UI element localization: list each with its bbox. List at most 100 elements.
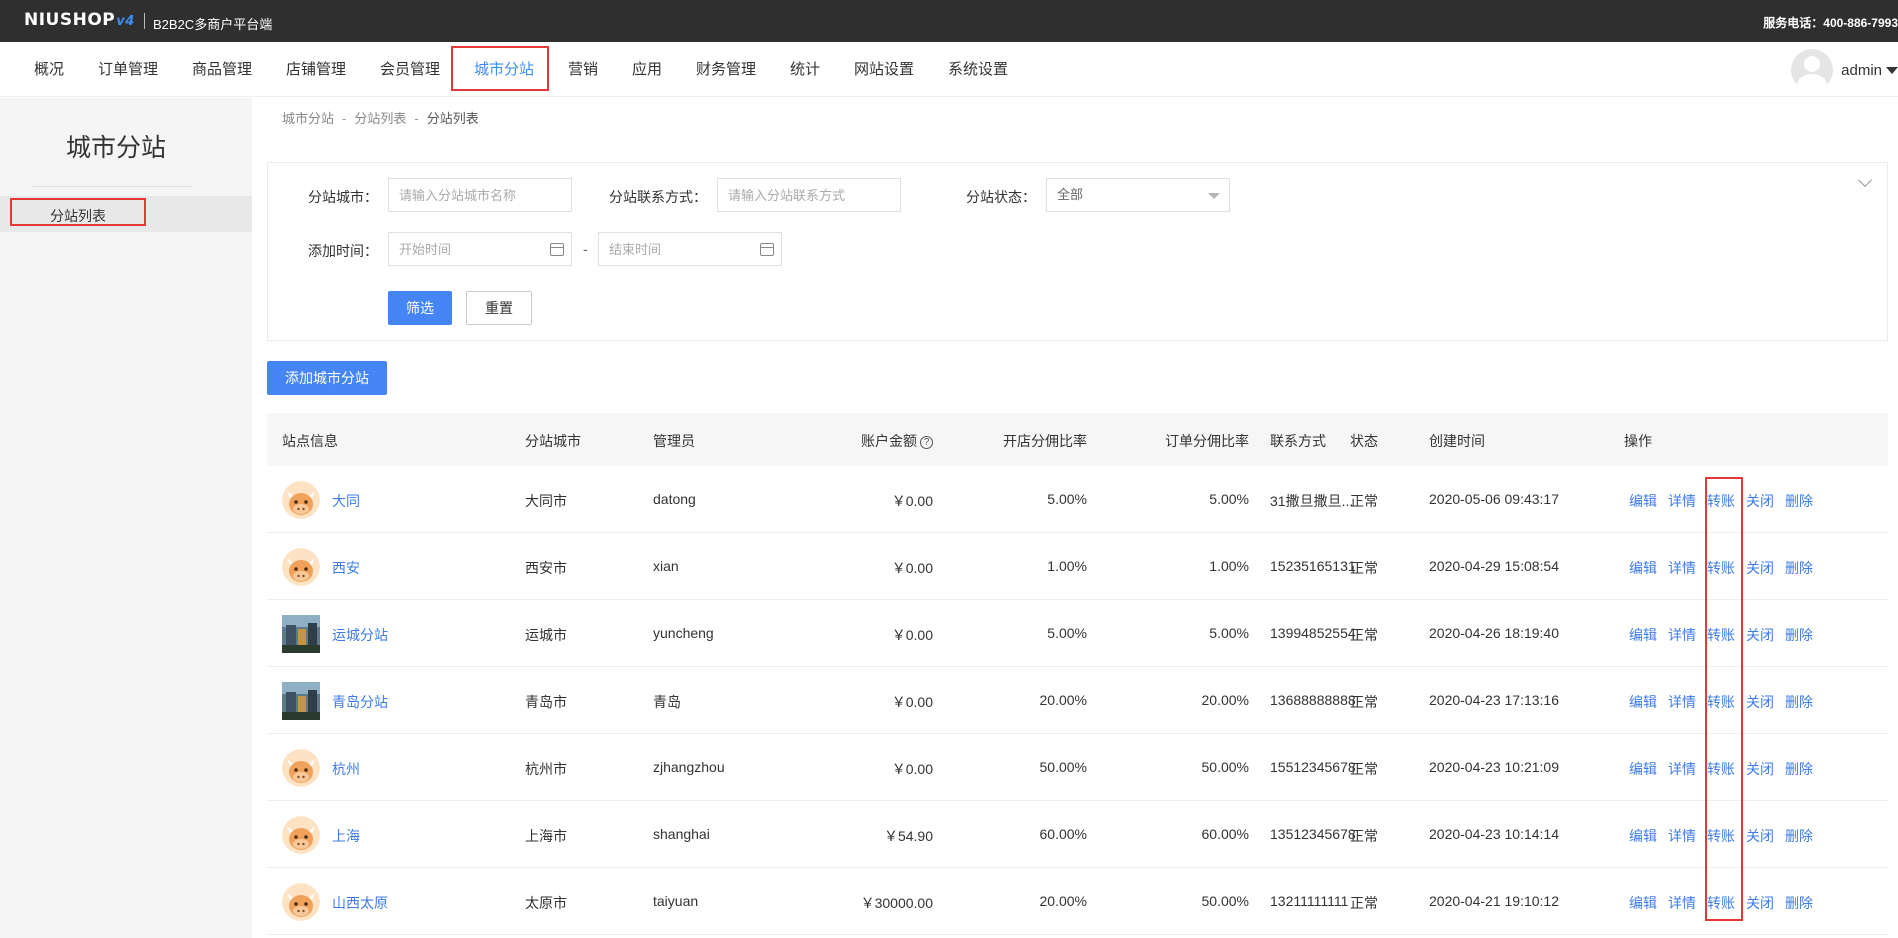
cell-balance: ￥0.00: [891, 493, 933, 509]
detail-link[interactable]: 详情: [1668, 491, 1696, 511]
cell-contact: 13994852554: [1270, 625, 1356, 641]
breadcrumb-item[interactable]: 分站列表: [354, 111, 406, 126]
edit-link[interactable]: 编辑: [1629, 692, 1657, 712]
end-time-input[interactable]: [598, 232, 782, 266]
site-avatar: [282, 615, 320, 653]
close-link[interactable]: 关闭: [1746, 491, 1774, 511]
cell-status: 正常: [1350, 493, 1378, 509]
close-link[interactable]: 关闭: [1746, 826, 1774, 846]
detail-link[interactable]: 详情: [1668, 692, 1696, 712]
detail-link[interactable]: 详情: [1668, 558, 1696, 578]
delete-link[interactable]: 删除: [1785, 893, 1813, 913]
cell-contact: 13512345678: [1270, 826, 1356, 842]
cell-contact: 13688888888: [1270, 692, 1356, 708]
table-body: 大同 大同市 datong ￥0.00 5.00% 5.00% 31撒旦撒旦... 正常 202…: [267, 466, 1888, 935]
delete-link[interactable]: 删除: [1785, 491, 1813, 511]
nav-item-orders[interactable]: 订单管理: [98, 42, 158, 97]
table-row: 山西太原 太原市 taiyuan ￥30000.00 20.00% 50.00% 13211…: [267, 868, 1888, 935]
contact-input[interactable]: [717, 178, 901, 212]
site-name-link[interactable]: 运城分站: [332, 625, 388, 645]
delete-link[interactable]: 删除: [1785, 625, 1813, 645]
delete-link[interactable]: 删除: [1785, 558, 1813, 578]
cell-contact: 15512345678: [1270, 759, 1356, 775]
edit-link[interactable]: 编辑: [1629, 625, 1657, 645]
nav-item-system-settings[interactable]: 系统设置: [948, 42, 1008, 97]
cell-contact: 31撒旦撒旦...: [1270, 493, 1354, 509]
edit-link[interactable]: 编辑: [1629, 826, 1657, 846]
delete-link[interactable]: 删除: [1785, 826, 1813, 846]
detail-link[interactable]: 详情: [1668, 759, 1696, 779]
table-row: 运城分站 运城市 yuncheng ￥0.00 5.00% 5.00% 1399485255…: [267, 600, 1888, 667]
site-name-link[interactable]: 西安: [332, 558, 360, 578]
nav-item-finance[interactable]: 财务管理: [696, 42, 756, 97]
cell-balance: ￥0.00: [891, 694, 933, 710]
close-link[interactable]: 关闭: [1746, 893, 1774, 913]
th-order-rate: 订单分佣比率: [1165, 433, 1249, 449]
reset-button[interactable]: 重置: [466, 291, 532, 325]
filter-panel: 分站城市： 分站联系方式： 分站状态： 全部 添加时间： - 筛选 重置: [267, 162, 1888, 341]
nav-item-marketing[interactable]: 营销: [568, 42, 598, 97]
edit-link[interactable]: 编辑: [1629, 893, 1657, 913]
nav-item-members[interactable]: 会员管理: [380, 42, 440, 97]
cell-status: 正常: [1350, 627, 1378, 643]
detail-link[interactable]: 详情: [1668, 625, 1696, 645]
cell-order-rate: 5.00%: [1209, 491, 1249, 507]
table-row: 上海 上海市 shanghai ￥54.90 60.00% 60.00% 135123456…: [267, 801, 1888, 868]
cell-balance: ￥0.00: [891, 627, 933, 643]
close-link[interactable]: 关闭: [1746, 692, 1774, 712]
close-link[interactable]: 关闭: [1746, 558, 1774, 578]
collapse-chevron-icon[interactable]: [1857, 172, 1873, 188]
edit-link[interactable]: 编辑: [1629, 759, 1657, 779]
site-name-link[interactable]: 大同: [332, 491, 360, 511]
sidebar-title: 城市分站: [65, 134, 166, 162]
cell-balance: ￥0.00: [891, 560, 933, 576]
detail-link[interactable]: 详情: [1668, 893, 1696, 913]
site-name-link[interactable]: 山西太原: [332, 893, 388, 913]
edit-link[interactable]: 编辑: [1629, 491, 1657, 511]
nav-item-stats[interactable]: 统计: [790, 42, 820, 97]
cell-status: 正常: [1350, 560, 1378, 576]
nav-item-apps[interactable]: 应用: [632, 42, 662, 97]
cell-order-rate: 1.00%: [1209, 558, 1249, 574]
cell-admin: datong: [653, 491, 696, 507]
user-menu[interactable]: admin: [1791, 49, 1898, 91]
close-link[interactable]: 关闭: [1746, 625, 1774, 645]
nav-item-goods[interactable]: 商品管理: [192, 42, 252, 97]
th-created: 创建时间: [1429, 433, 1485, 449]
nav-item-shops[interactable]: 店铺管理: [286, 42, 346, 97]
site-name-link[interactable]: 青岛分站: [332, 692, 388, 712]
table-row: 青岛分站 青岛市 青岛 ￥0.00 20.00% 20.00% 13688888888 正常 2…: [267, 667, 1888, 734]
delete-link[interactable]: 删除: [1785, 759, 1813, 779]
site-name-link[interactable]: 杭州: [332, 759, 360, 779]
cell-order-rate: 50.00%: [1201, 893, 1249, 909]
cell-admin: xian: [653, 558, 679, 574]
delete-link[interactable]: 删除: [1785, 692, 1813, 712]
cell-created: 2020-04-29 15:08:54: [1429, 558, 1559, 574]
add-city-branch-button[interactable]: 添加城市分站: [267, 361, 387, 395]
city-input[interactable]: [388, 178, 572, 212]
status-select[interactable]: 全部: [1046, 178, 1230, 212]
filter-button[interactable]: 筛选: [388, 291, 452, 325]
site-name-link[interactable]: 上海: [332, 826, 360, 846]
cell-order-rate: 60.00%: [1201, 826, 1249, 842]
cell-contact: 15235165131: [1270, 558, 1356, 574]
cell-shop-rate: 20.00%: [1039, 893, 1087, 909]
start-time-input[interactable]: [388, 232, 572, 266]
site-avatar: [282, 481, 320, 519]
niushop-logo[interactable]: NIUSHOPv4: [24, 10, 135, 30]
nav-item-overview[interactable]: 概况: [34, 42, 64, 97]
transfer-column-highlight-box: [1705, 477, 1743, 921]
breadcrumb-item[interactable]: 城市分站: [282, 111, 334, 126]
nav-item-site-settings[interactable]: 网站设置: [854, 42, 914, 97]
cell-shop-rate: 20.00%: [1039, 692, 1087, 708]
cell-balance: ￥30000.00: [860, 895, 933, 911]
th-contact: 联系方式: [1270, 433, 1326, 449]
cell-status: 正常: [1350, 828, 1378, 844]
contact-label: 分站联系方式：: [609, 189, 707, 205]
edit-link[interactable]: 编辑: [1629, 558, 1657, 578]
detail-link[interactable]: 详情: [1668, 826, 1696, 846]
sidebar-highlight-box: [10, 198, 146, 226]
close-link[interactable]: 关闭: [1746, 759, 1774, 779]
cell-shop-rate: 5.00%: [1047, 625, 1087, 641]
cell-contact: 13211111111: [1270, 893, 1349, 909]
